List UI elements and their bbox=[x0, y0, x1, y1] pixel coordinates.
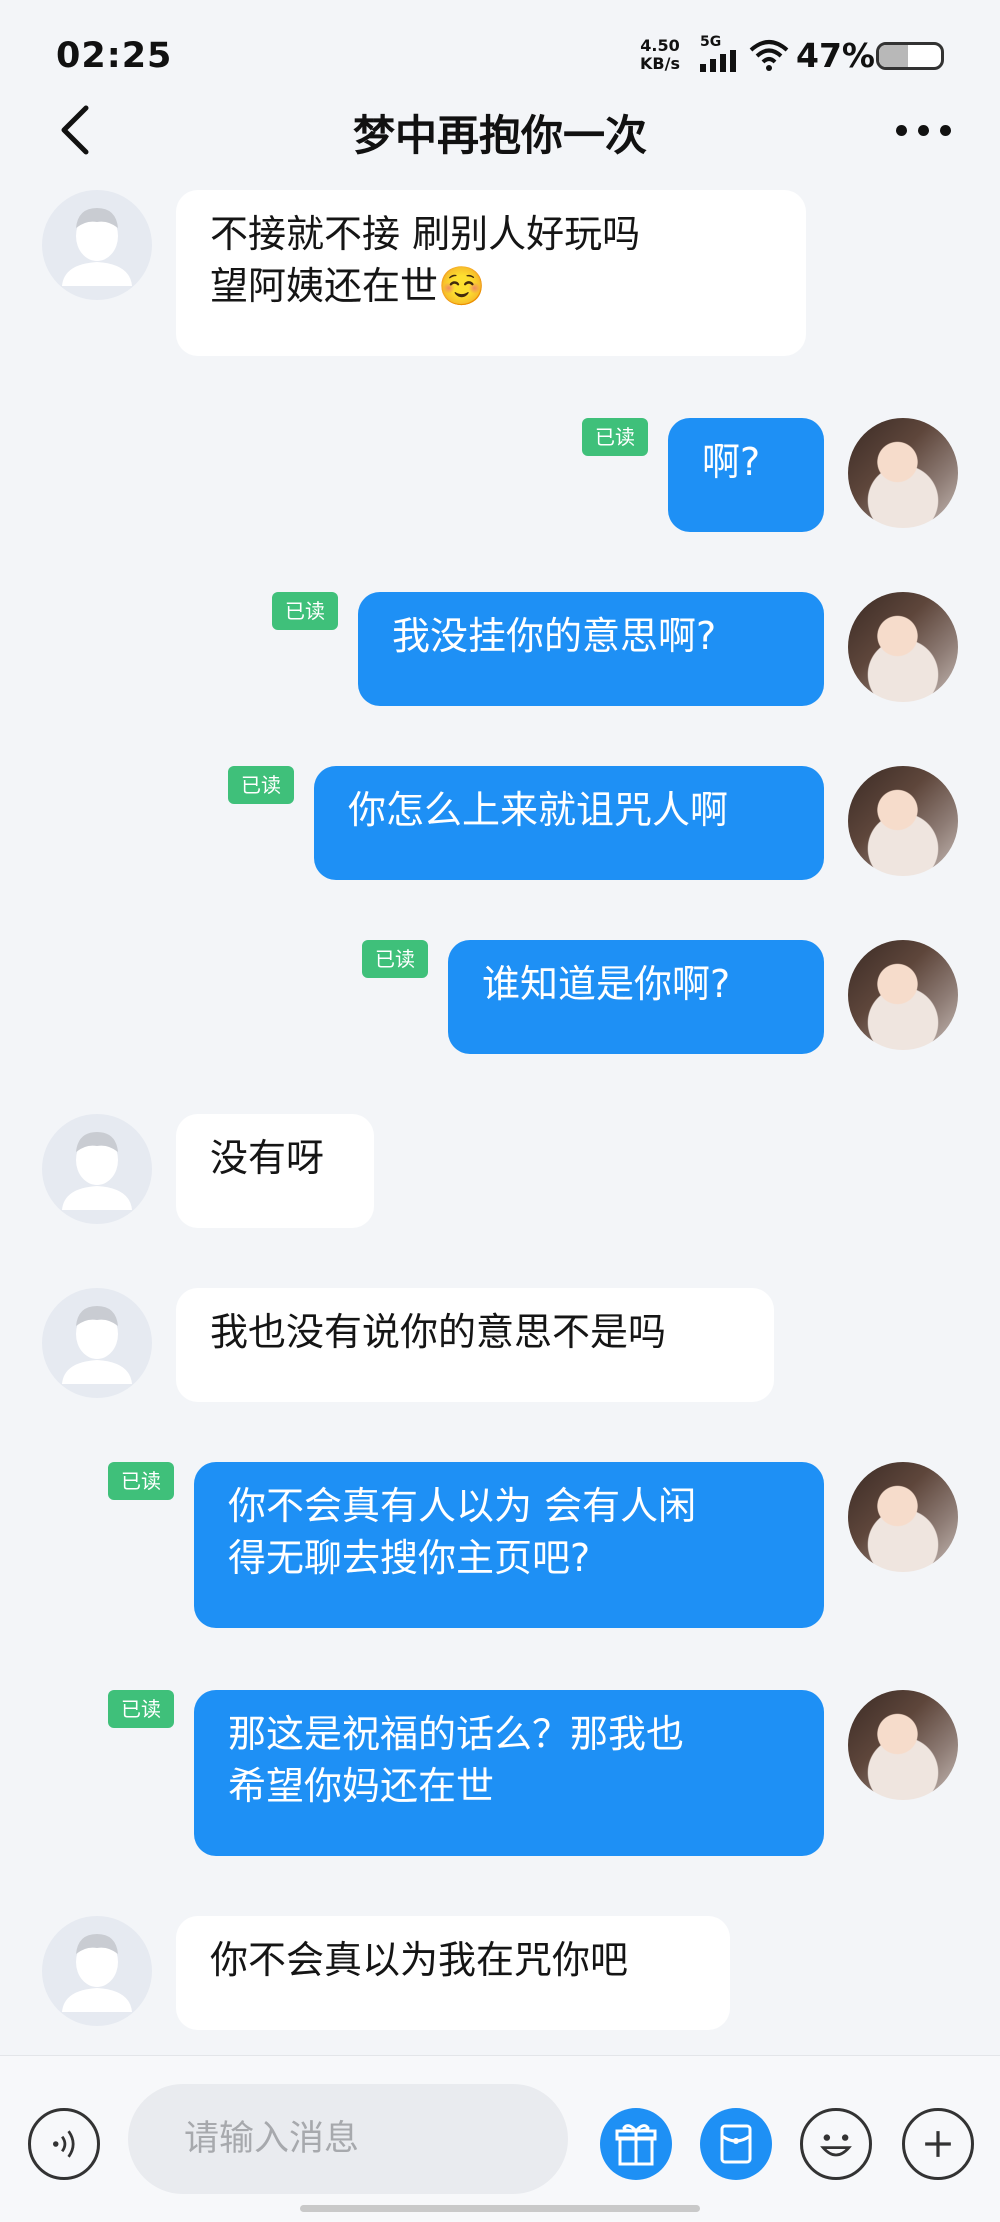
read-status-badge: 已读 bbox=[228, 766, 294, 804]
gift-icon[interactable] bbox=[600, 2108, 672, 2180]
read-status-badge: 已读 bbox=[582, 418, 648, 456]
default-user-icon bbox=[62, 1132, 132, 1210]
outgoing-message-bubble[interactable]: 啊? bbox=[668, 418, 824, 532]
my-avatar[interactable] bbox=[848, 592, 958, 702]
read-status-badge: 已读 bbox=[272, 592, 338, 630]
my-avatar[interactable] bbox=[848, 418, 958, 528]
default-user-icon bbox=[62, 208, 132, 286]
more-horizontal-icon[interactable] bbox=[892, 110, 956, 150]
read-status-badge: 已读 bbox=[362, 940, 428, 978]
incoming-message-bubble[interactable]: 没有呀 bbox=[176, 1114, 374, 1228]
red-packet-icon[interactable] bbox=[700, 2108, 772, 2180]
contact-avatar[interactable] bbox=[42, 1114, 152, 1224]
dot bbox=[918, 125, 929, 136]
contact-avatar[interactable] bbox=[42, 190, 152, 300]
net-speed-value: 4.50 bbox=[640, 36, 680, 55]
input-bar bbox=[0, 2055, 1000, 2222]
outgoing-message-bubble[interactable]: 我没挂你的意思啊? bbox=[358, 592, 824, 706]
wifi-icon bbox=[749, 40, 789, 71]
dot bbox=[940, 125, 951, 136]
default-user-icon bbox=[62, 1306, 132, 1384]
outgoing-message-bubble[interactable]: 谁知道是你啊? bbox=[448, 940, 824, 1054]
read-status-badge: 已读 bbox=[108, 1462, 174, 1500]
chat-header: 梦中再抱你一次 bbox=[0, 90, 1000, 170]
my-avatar[interactable] bbox=[848, 1690, 958, 1800]
battery-percent: 47% bbox=[796, 36, 875, 75]
my-avatar[interactable] bbox=[848, 940, 958, 1050]
network-type: 5G bbox=[700, 34, 722, 50]
default-user-icon bbox=[62, 1934, 132, 2012]
chat-title: 梦中再抱你一次 bbox=[352, 111, 647, 160]
outgoing-message-bubble[interactable]: 那这是祝福的话么？那我也 希望你妈还在世 bbox=[194, 1690, 824, 1856]
my-avatar[interactable] bbox=[848, 1462, 958, 1572]
contact-avatar[interactable] bbox=[42, 1288, 152, 1398]
signal-icon bbox=[700, 50, 736, 72]
incoming-message-bubble[interactable]: 你不会真以为我在咒你吧 bbox=[176, 1916, 730, 2030]
dot bbox=[896, 125, 907, 136]
net-speed-unit: KB/s bbox=[640, 54, 680, 73]
contact-avatar[interactable] bbox=[42, 1916, 152, 2026]
voice-icon[interactable] bbox=[28, 2108, 100, 2180]
read-status-badge: 已读 bbox=[108, 1690, 174, 1728]
net-speed: 4.50 KB/s bbox=[640, 37, 680, 73]
battery-icon bbox=[876, 42, 944, 70]
outgoing-message-bubble[interactable]: 你不会真有人以为 会有人闲 得无聊去搜你主页吧? bbox=[194, 1462, 824, 1628]
outgoing-message-bubble[interactable]: 你怎么上来就诅咒人啊 bbox=[314, 766, 824, 880]
my-avatar[interactable] bbox=[848, 766, 958, 876]
incoming-message-bubble[interactable]: 不接就不接 刷别人好玩吗 望阿姨还在世☺️ bbox=[176, 190, 806, 356]
home-indicator bbox=[300, 2205, 700, 2212]
emoji-icon[interactable] bbox=[800, 2108, 872, 2180]
plus-icon[interactable] bbox=[902, 2108, 974, 2180]
battery-fill bbox=[879, 45, 909, 67]
message-input[interactable] bbox=[128, 2084, 568, 2194]
incoming-message-bubble[interactable]: 我也没有说你的意思不是吗 bbox=[176, 1288, 774, 1402]
status-time: 02:25 bbox=[56, 36, 173, 76]
